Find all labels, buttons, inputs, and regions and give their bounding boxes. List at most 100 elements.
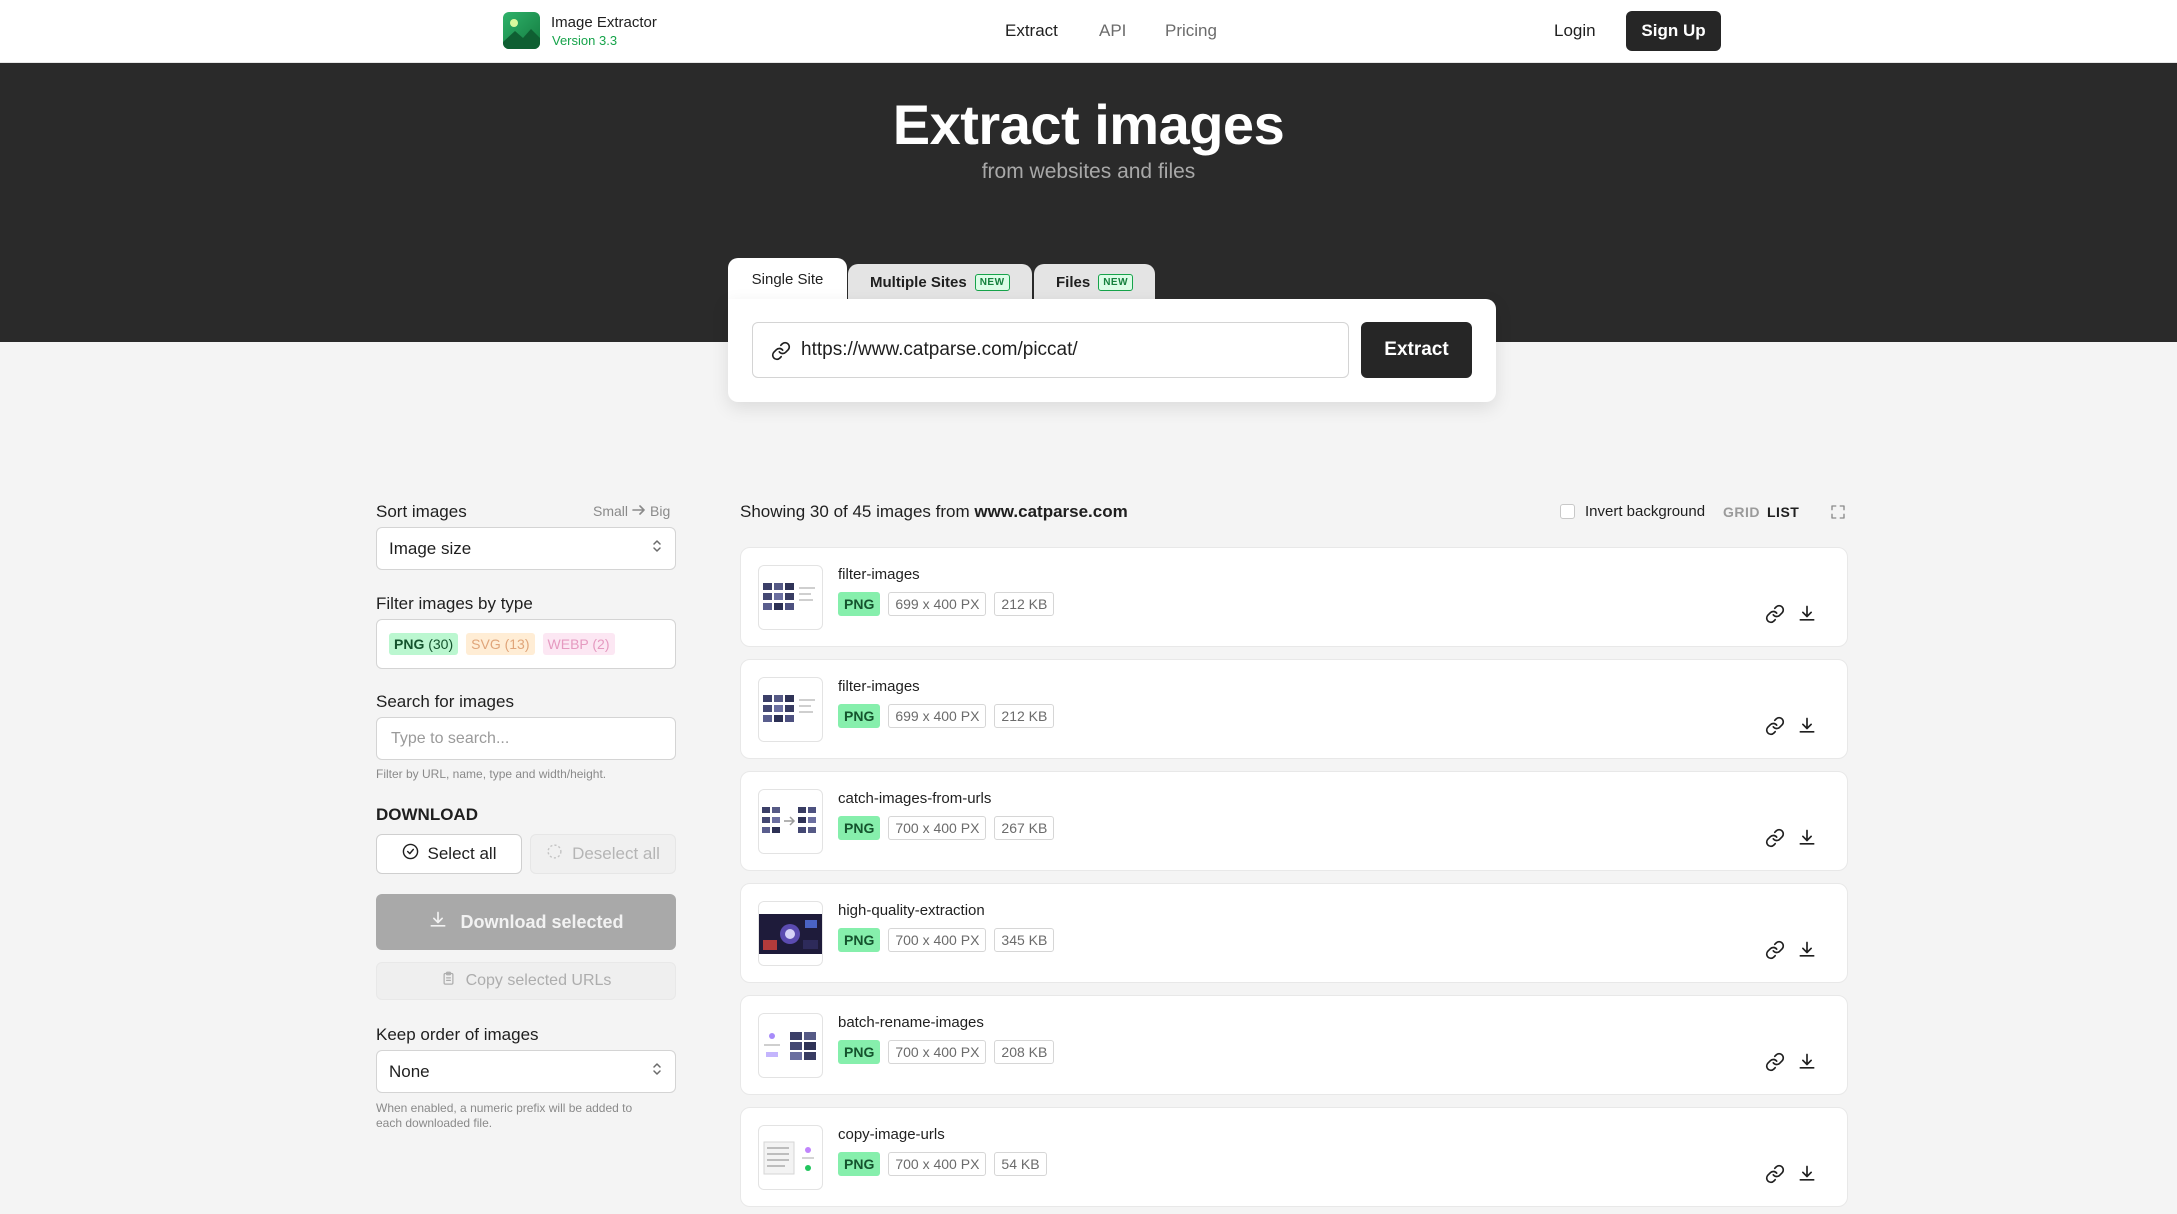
select-all-label: Select all <box>427 844 497 863</box>
image-name: batch-rename-images <box>838 1014 984 1031</box>
type-chip-count: (2) <box>592 636 610 652</box>
invert-background-toggle[interactable]: Invert background <box>1560 503 1705 520</box>
download-icon[interactable] <box>1797 716 1817 736</box>
download-selected-label: Download selected <box>460 911 624 932</box>
download-selected-button[interactable]: Download selected <box>376 894 676 950</box>
link-icon[interactable] <box>1765 716 1785 736</box>
dimensions-badge: 699 x 400 PX <box>888 592 987 616</box>
login-link[interactable]: Login <box>1554 21 1596 41</box>
download-icon[interactable] <box>1797 1164 1817 1184</box>
dimensions-badge: 700 x 400 PX <box>888 1040 987 1064</box>
deselect-all-label: Deselect all <box>572 844 660 863</box>
image-tags: PNG 700 x 400 PX 54 KB <box>838 1152 1047 1176</box>
image-thumbnail[interactable] <box>758 901 823 966</box>
image-thumbnail[interactable] <box>758 1013 823 1078</box>
image-row[interactable]: high-quality-extraction PNG 700 x 400 PX… <box>740 883 1848 983</box>
brand-name[interactable]: Image Extractor <box>551 14 657 31</box>
type-chip-count: (13) <box>504 636 530 652</box>
results-summary: Showing 30 of 45 images from www.catpars… <box>740 502 1128 522</box>
results-domain: www.catparse.com <box>974 502 1128 521</box>
type-chip-webp[interactable]: WEBP (2) <box>542 633 615 655</box>
copy-urls-label: Copy selected URLs <box>465 972 612 989</box>
image-name: filter-images <box>838 566 920 583</box>
link-icon[interactable] <box>1765 604 1785 624</box>
type-chip-png[interactable]: PNG (30) <box>389 633 459 655</box>
download-icon[interactable] <box>1797 1052 1817 1072</box>
link-icon[interactable] <box>1765 1052 1785 1072</box>
image-row[interactable]: batch-rename-images PNG 700 x 400 PX 208… <box>740 995 1848 1095</box>
invert-checkbox[interactable] <box>1560 504 1575 519</box>
type-chip-name: PNG <box>394 636 425 652</box>
nav-pricing[interactable]: Pricing <box>1165 21 1217 41</box>
row-actions <box>1765 828 1817 848</box>
type-chip-svg[interactable]: SVG (13) <box>466 633 535 655</box>
extract-button[interactable]: Extract <box>1361 322 1472 378</box>
row-actions <box>1765 1052 1817 1072</box>
type-badge: PNG <box>838 1152 881 1176</box>
row-actions <box>1765 716 1817 736</box>
keep-order-note: When enabled, a numeric prefix will be a… <box>376 1101 632 1131</box>
image-tags: PNG 700 x 400 PX 267 KB <box>838 816 1055 840</box>
image-thumbnail[interactable] <box>758 789 823 854</box>
hero-subtitle: from websites and files <box>981 160 1196 183</box>
sort-label: Sort images <box>376 502 467 521</box>
download-icon[interactable] <box>1797 604 1817 624</box>
link-icon[interactable] <box>1765 828 1785 848</box>
type-chip-name: WEBP <box>547 636 589 652</box>
view-list-toggle[interactable]: LIST <box>1767 504 1799 520</box>
arrow-right-icon <box>632 503 646 519</box>
type-badge: PNG <box>838 592 881 616</box>
type-badge: PNG <box>838 928 881 952</box>
tab-files[interactable]: Files NEW <box>1034 264 1156 300</box>
link-icon[interactable] <box>1765 940 1785 960</box>
row-actions <box>1765 940 1817 960</box>
expand-icon[interactable] <box>1829 503 1847 526</box>
tab-label: Multiple Sites <box>870 273 967 291</box>
url-field[interactable] <box>752 322 1349 378</box>
keep-order-note-line: When enabled, a numeric prefix will be a… <box>376 1101 633 1115</box>
image-thumbnail[interactable] <box>758 1125 823 1190</box>
row-actions <box>1765 1164 1817 1184</box>
download-icon[interactable] <box>1797 828 1817 848</box>
image-row[interactable]: filter-images PNG 699 x 400 PX 212 KB <box>740 547 1848 647</box>
dimensions-badge: 699 x 400 PX <box>888 704 987 728</box>
image-thumbnail[interactable] <box>758 565 823 630</box>
image-name: high-quality-extraction <box>838 902 985 919</box>
view-grid-toggle[interactable]: GRID <box>1723 504 1760 520</box>
keep-order-note-line: each downloaded file. <box>376 1116 493 1130</box>
sort-select[interactable]: Image size <box>376 527 676 570</box>
image-thumbnail[interactable] <box>758 677 823 742</box>
sign-up-button[interactable]: Sign Up <box>1626 11 1721 51</box>
image-row[interactable]: filter-images PNG 699 x 400 PX 212 KB <box>740 659 1848 759</box>
filesize-badge: 212 KB <box>994 592 1055 616</box>
download-icon[interactable] <box>1797 940 1817 960</box>
url-input[interactable] <box>801 323 1341 377</box>
keep-order-select[interactable]: None <box>376 1050 676 1093</box>
search-input[interactable] <box>376 717 676 760</box>
image-row[interactable]: copy-image-urls PNG 700 x 400 PX 54 KB <box>740 1107 1848 1207</box>
hero-title: Extract images <box>892 93 1285 156</box>
type-badge: PNG <box>838 816 881 840</box>
tab-single-site[interactable]: Single Site <box>728 258 847 300</box>
sort-direction-hint[interactable]: Small Big <box>593 503 670 519</box>
image-row[interactable]: catch-images-from-urls PNG 700 x 400 PX … <box>740 771 1848 871</box>
dimensions-badge: 700 x 400 PX <box>888 928 987 952</box>
select-all-button[interactable]: Select all <box>376 834 522 874</box>
nav-api[interactable]: API <box>1099 21 1126 41</box>
type-badge: PNG <box>838 704 881 728</box>
dimensions-badge: 700 x 400 PX <box>888 1152 987 1176</box>
tab-multiple-sites[interactable]: Multiple Sites NEW <box>848 264 1032 300</box>
image-name: copy-image-urls <box>838 1126 945 1143</box>
search-label: Search for images <box>376 692 514 711</box>
image-name: filter-images <box>838 678 920 695</box>
nav-extract[interactable]: Extract <box>1005 21 1058 41</box>
image-name: catch-images-from-urls <box>838 790 992 807</box>
updown-chevron-icon <box>651 1061 663 1082</box>
copy-urls-button[interactable]: Copy selected URLs <box>376 962 676 1000</box>
filesize-badge: 54 KB <box>994 1152 1047 1176</box>
filesize-badge: 208 KB <box>994 1040 1055 1064</box>
link-icon[interactable] <box>1765 1164 1785 1184</box>
filter-label: Filter images by type <box>376 594 533 613</box>
image-extractor-logo-icon[interactable] <box>503 12 540 49</box>
deselect-all-button[interactable]: Deselect all <box>530 834 676 874</box>
